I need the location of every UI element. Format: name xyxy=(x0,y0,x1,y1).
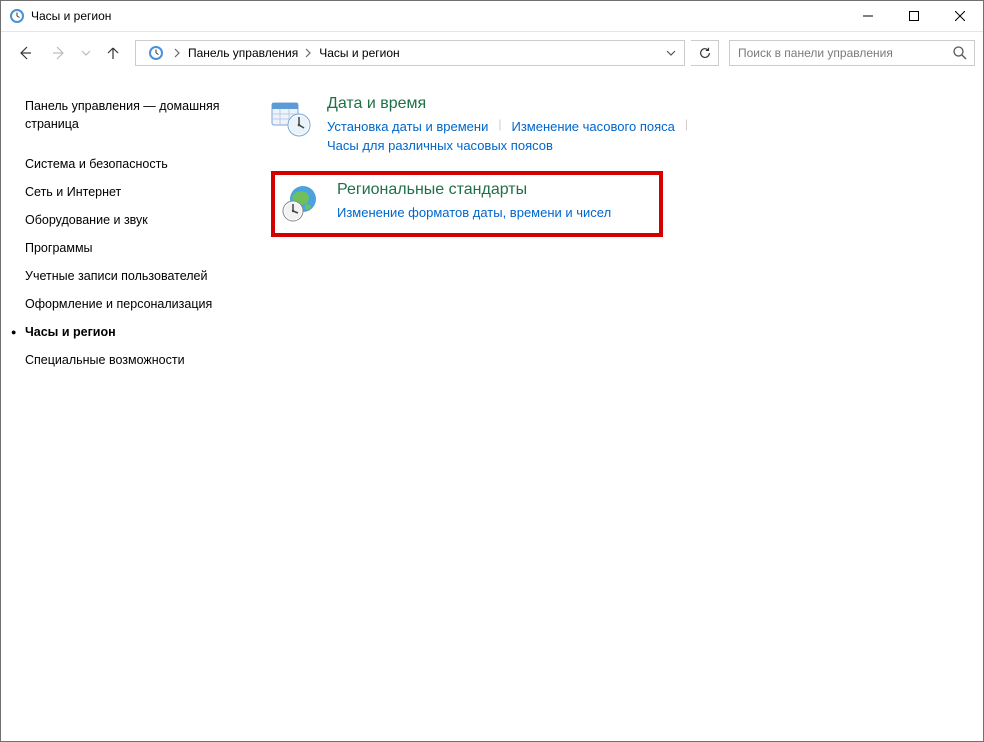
close-button[interactable] xyxy=(937,1,983,31)
heading-date-time[interactable]: Дата и время xyxy=(327,95,847,113)
link-change-timezone[interactable]: Изменение часового пояса xyxy=(511,117,674,136)
nav-up-button[interactable] xyxy=(97,39,129,67)
maximize-button[interactable] xyxy=(891,1,937,31)
window-title: Часы и регион xyxy=(31,9,845,23)
sidebar-item-accessibility[interactable]: Специальные возможности xyxy=(25,351,239,369)
sidebar-item-programs[interactable]: Программы xyxy=(25,239,239,257)
navbar: Панель управления Часы и регион xyxy=(1,32,983,73)
window-controls xyxy=(845,1,983,31)
main-panel: Дата и время Установка даты и времени | … xyxy=(251,73,983,741)
link-additional-clocks[interactable]: Часы для различных часовых поясов xyxy=(327,136,553,155)
sidebar-item-system-security[interactable]: Система и безопасность xyxy=(25,155,239,173)
nav-recent-dropdown[interactable] xyxy=(77,39,95,67)
link-separator: | xyxy=(488,117,511,136)
minimize-button[interactable] xyxy=(845,1,891,31)
sidebar-item-user-accounts[interactable]: Учетные записи пользователей xyxy=(25,267,239,285)
address-dropdown-icon[interactable] xyxy=(660,41,682,65)
sidebar-item-home[interactable]: Панель управления — домашняя страница xyxy=(25,97,239,133)
nav-back-button[interactable] xyxy=(9,39,41,67)
clock-region-icon xyxy=(9,8,25,24)
refresh-button[interactable] xyxy=(691,40,719,66)
link-change-formats[interactable]: Изменение форматов даты, времени и чисел xyxy=(337,203,611,222)
sidebar-item-network[interactable]: Сеть и Интернет xyxy=(25,183,239,201)
sidebar-item-clock-region[interactable]: Часы и регион xyxy=(25,323,239,341)
sidebar-item-hardware-sound[interactable]: Оборудование и звук xyxy=(25,211,239,229)
search-input[interactable] xyxy=(730,41,974,65)
control-panel-icon xyxy=(144,41,168,65)
sidebar-item-appearance[interactable]: Оформление и персонализация xyxy=(25,295,239,313)
breadcrumb-root[interactable]: Панель управления xyxy=(183,41,303,65)
breadcrumb-sep-icon[interactable] xyxy=(303,48,314,58)
heading-region[interactable]: Региональные стандарты xyxy=(337,181,649,199)
region-icon xyxy=(281,183,321,223)
breadcrumb-current[interactable]: Часы и регион xyxy=(314,41,404,65)
titlebar: Часы и регион xyxy=(1,1,983,32)
content-area: Панель управления — домашняя страница Си… xyxy=(1,73,983,741)
highlighted-region-box: Региональные стандарты Изменение формато… xyxy=(271,171,663,237)
nav-forward-button[interactable] xyxy=(43,39,75,67)
date-time-icon xyxy=(271,97,311,137)
sidebar: Панель управления — домашняя страница Си… xyxy=(1,73,251,741)
search-box[interactable] xyxy=(729,40,975,66)
search-icon[interactable] xyxy=(952,45,968,61)
link-separator: | xyxy=(675,117,698,136)
breadcrumb-sep-icon[interactable] xyxy=(172,48,183,58)
group-date-time: Дата и время Установка даты и времени | … xyxy=(271,95,963,155)
link-set-date-time[interactable]: Установка даты и времени xyxy=(327,117,488,136)
address-bar[interactable]: Панель управления Часы и регион xyxy=(135,40,685,66)
